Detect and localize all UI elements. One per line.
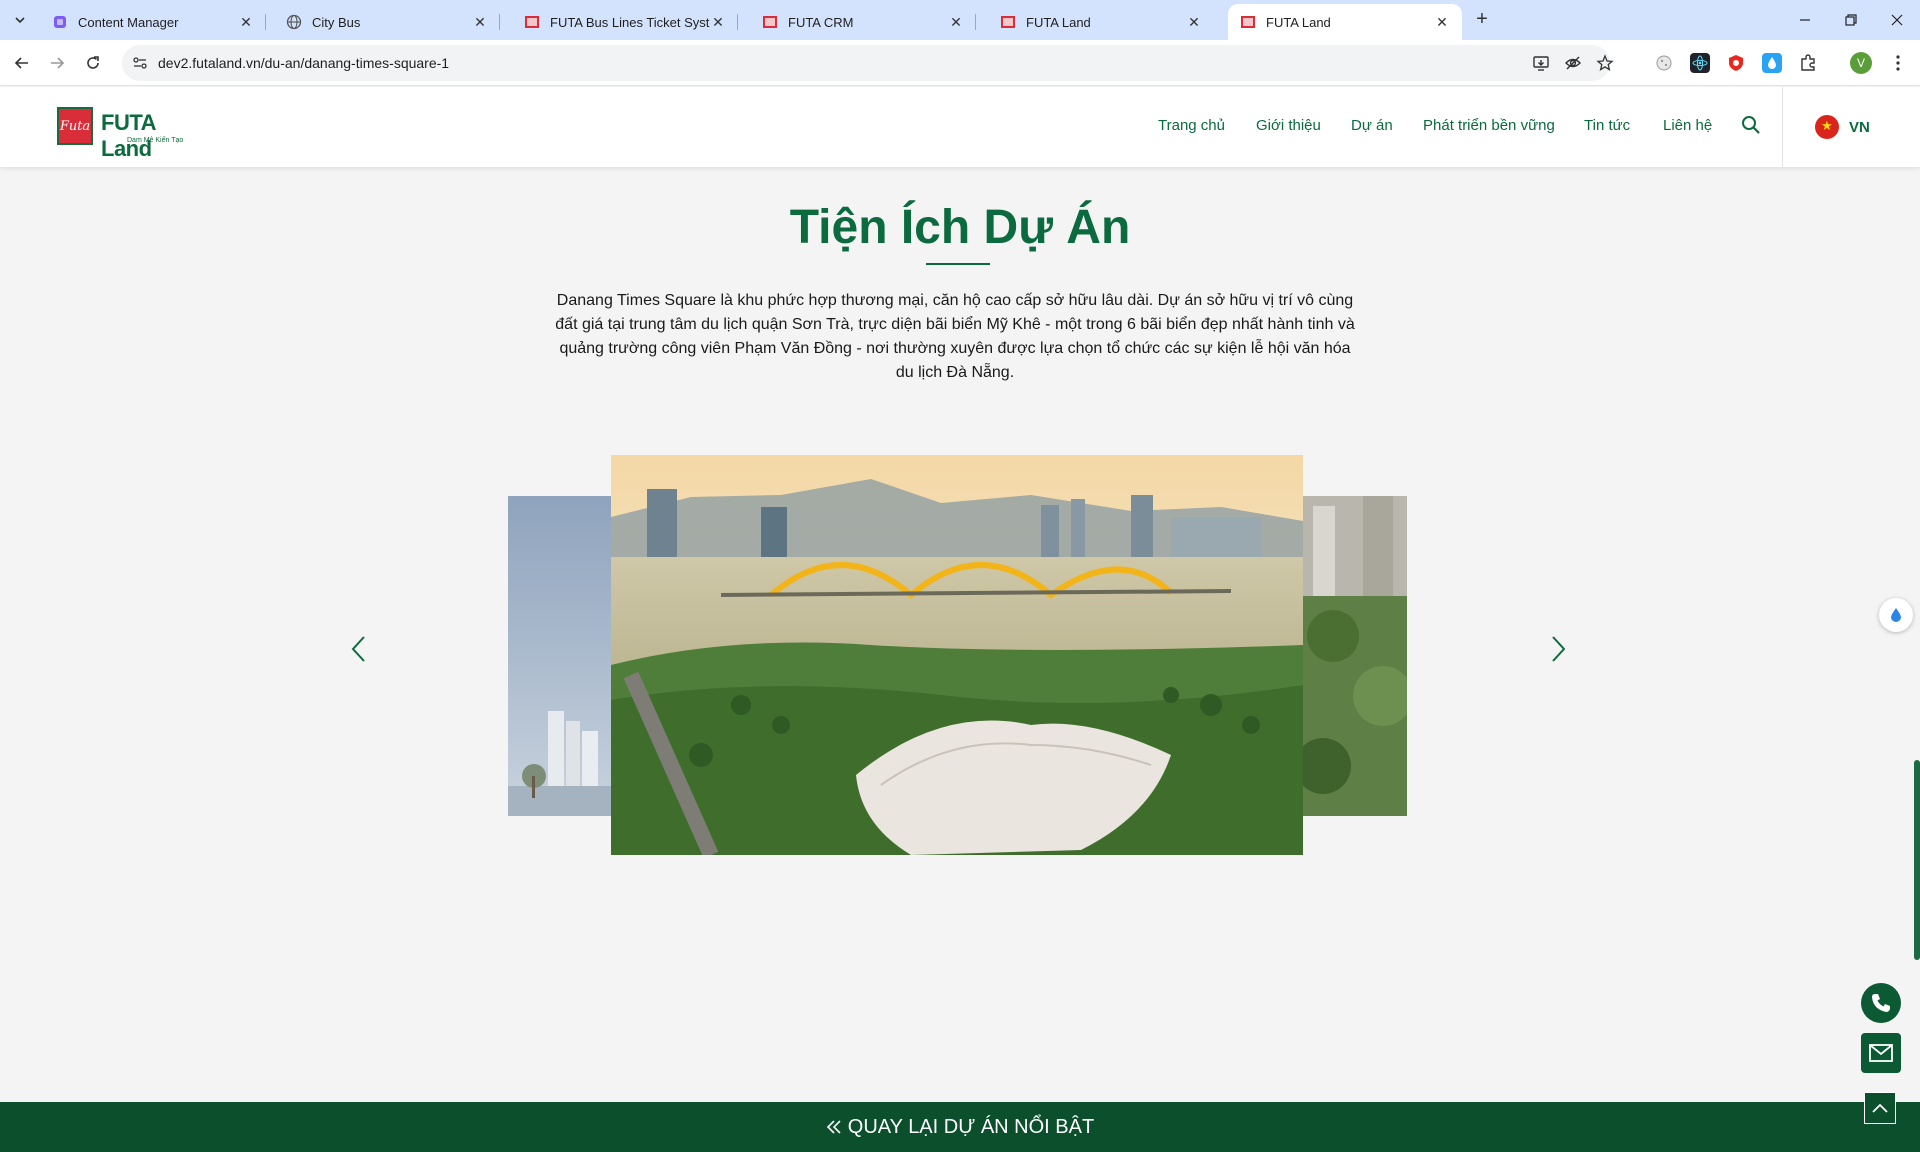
close-tab-icon[interactable]: ✕: [948, 14, 964, 30]
url-text: dev2.futaland.vn/du-an/danang-times-squa…: [158, 55, 450, 71]
nav-projects[interactable]: Dự án: [1351, 117, 1393, 134]
slide-current[interactable]: [611, 455, 1303, 855]
tab-label: FUTA Land: [1026, 14, 1091, 30]
chevron-left-icon: [351, 636, 365, 662]
vietnam-flag-icon: [1815, 115, 1839, 139]
nav-home[interactable]: Trang chủ: [1158, 117, 1225, 134]
water-drop-icon: [1891, 608, 1901, 622]
futa-land-logo[interactable]: Futa FUTA Land Dam Mê Kiến Tạo: [57, 107, 207, 161]
install-app-icon[interactable]: [1532, 54, 1550, 72]
back-button[interactable]: [8, 49, 36, 77]
scroll-to-top-button[interactable]: [1864, 1092, 1896, 1124]
tab-search-button[interactable]: [8, 8, 32, 32]
close-tab-icon[interactable]: ✕: [472, 14, 488, 30]
content-manager-favicon: [54, 16, 66, 28]
eye-off-icon[interactable]: [1564, 54, 1582, 72]
futa-favicon: [525, 16, 539, 28]
back-to-featured-projects-bar[interactable]: QUAY LẠI DỰ ÁN NỔI BẬT: [0, 1102, 1920, 1152]
mail-icon: [1869, 1044, 1893, 1062]
tab-label: FUTA Land: [1266, 14, 1331, 30]
page-scrollbar-thumb[interactable]: [1914, 760, 1920, 960]
nav-sustainability[interactable]: Phát triển bền vững: [1423, 117, 1555, 134]
chevron-down-icon: [15, 17, 25, 24]
extension-cookie-icon[interactable]: [1654, 53, 1674, 73]
forward-button[interactable]: [43, 49, 71, 77]
globe-icon: [286, 14, 302, 30]
futa-favicon: [1241, 16, 1255, 28]
close-tab-icon[interactable]: ✕: [1186, 14, 1202, 30]
close-icon: [1891, 14, 1903, 26]
header-divider: [1782, 87, 1783, 167]
call-button[interactable]: [1861, 983, 1901, 1023]
minimize-icon: [1800, 19, 1810, 21]
tab-label: Content Manager: [78, 14, 179, 30]
nav-news[interactable]: Tin tức: [1584, 117, 1630, 134]
minimize-button[interactable]: [1790, 6, 1820, 34]
logo-slogan: Dam Mê Kiến Tạo: [127, 137, 184, 144]
profile-avatar[interactable]: V: [1850, 52, 1872, 74]
section-title: Tiện Ích Dự Án: [789, 201, 1131, 254]
star-bookmark-icon[interactable]: [1596, 54, 1614, 72]
email-button[interactable]: [1861, 1033, 1901, 1073]
browser-tab-bar: Content Manager ✕ City Bus ✕ FUTA Bus Li…: [0, 0, 1920, 40]
site-settings-icon[interactable]: [132, 55, 148, 71]
browser-tab-futa-crm[interactable]: FUTA CRM ✕: [750, 4, 976, 40]
section-description: Danang Times Square là khu phức hợp thươ…: [555, 292, 1355, 381]
restore-button[interactable]: [1836, 6, 1866, 34]
extension-shield-icon[interactable]: [1726, 53, 1746, 73]
arrow-left-icon: [14, 57, 28, 69]
slide-image-towers: [508, 496, 612, 816]
tab-label: FUTA Bus Lines Ticket System: [550, 14, 710, 30]
search-icon[interactable]: [1740, 114, 1762, 136]
logo-text: FUTA Land: [101, 110, 156, 161]
extension-drop-icon[interactable]: [1762, 53, 1782, 73]
chevron-right-icon: [1552, 636, 1566, 662]
reload-icon: [87, 56, 99, 69]
slide-image-garden: [1303, 496, 1407, 816]
nav-about[interactable]: Giới thiệu: [1256, 117, 1321, 134]
chevron-up-icon: [1872, 1103, 1888, 1113]
browser-tab-content-manager[interactable]: Content Manager ✕: [40, 4, 266, 40]
slide-previous[interactable]: [508, 496, 612, 816]
close-tab-icon[interactable]: ✕: [238, 14, 254, 30]
restore-icon: [1845, 14, 1857, 26]
back-to-featured-projects-label: QUAY LẠI DỰ ÁN NỔI BẬT: [847, 1115, 1095, 1138]
arrow-right-icon: [51, 57, 65, 69]
slide-image-danang-dragon-bridge: [611, 455, 1303, 855]
browser-tab-city-bus[interactable]: City Bus ✕: [274, 4, 500, 40]
language-switcher[interactable]: VN: [1815, 115, 1870, 139]
close-tab-icon[interactable]: ✕: [1434, 14, 1450, 30]
browser-toolbar: dev2.futaland.vn/du-an/danang-times-squa…: [0, 40, 1920, 86]
nav-contact[interactable]: Liên hệ: [1663, 117, 1712, 134]
amenities-slider: [0, 455, 1920, 857]
tab-label: City Bus: [312, 14, 361, 30]
slider-prev-button[interactable]: [341, 631, 377, 667]
browser-tab-futa-land[interactable]: FUTA Land ✕: [988, 4, 1214, 40]
tab-label: FUTA CRM: [788, 14, 854, 30]
logo-mark: Futa: [57, 107, 93, 145]
accessibility-widget-button[interactable]: [1879, 598, 1913, 632]
double-chevron-left-icon: [826, 1119, 842, 1135]
extension-react-icon[interactable]: [1690, 53, 1710, 73]
address-bar[interactable]: dev2.futaland.vn/du-an/danang-times-squa…: [122, 45, 1614, 81]
kebab-menu-icon[interactable]: [1888, 53, 1908, 73]
futa-favicon: [763, 16, 777, 28]
slide-next[interactable]: [1303, 496, 1407, 816]
phone-icon: [1872, 994, 1890, 1012]
close-window-button[interactable]: [1882, 6, 1912, 34]
browser-tab-futa-bus[interactable]: FUTA Bus Lines Ticket System ✕: [512, 4, 738, 40]
browser-tab-futa-land-active[interactable]: FUTA Land ✕: [1228, 4, 1462, 40]
language-label: VN: [1849, 118, 1870, 136]
title-underline: [926, 263, 990, 265]
slider-next-button[interactable]: [1540, 631, 1576, 667]
new-tab-button[interactable]: +: [1470, 8, 1494, 32]
reload-button[interactable]: [79, 49, 107, 77]
futa-favicon: [1001, 16, 1015, 28]
close-tab-icon[interactable]: ✕: [710, 14, 726, 30]
extensions-puzzle-icon[interactable]: [1798, 53, 1818, 73]
site-header: Futa FUTA Land Dam Mê Kiến Tạo Trang chủ…: [0, 87, 1920, 167]
